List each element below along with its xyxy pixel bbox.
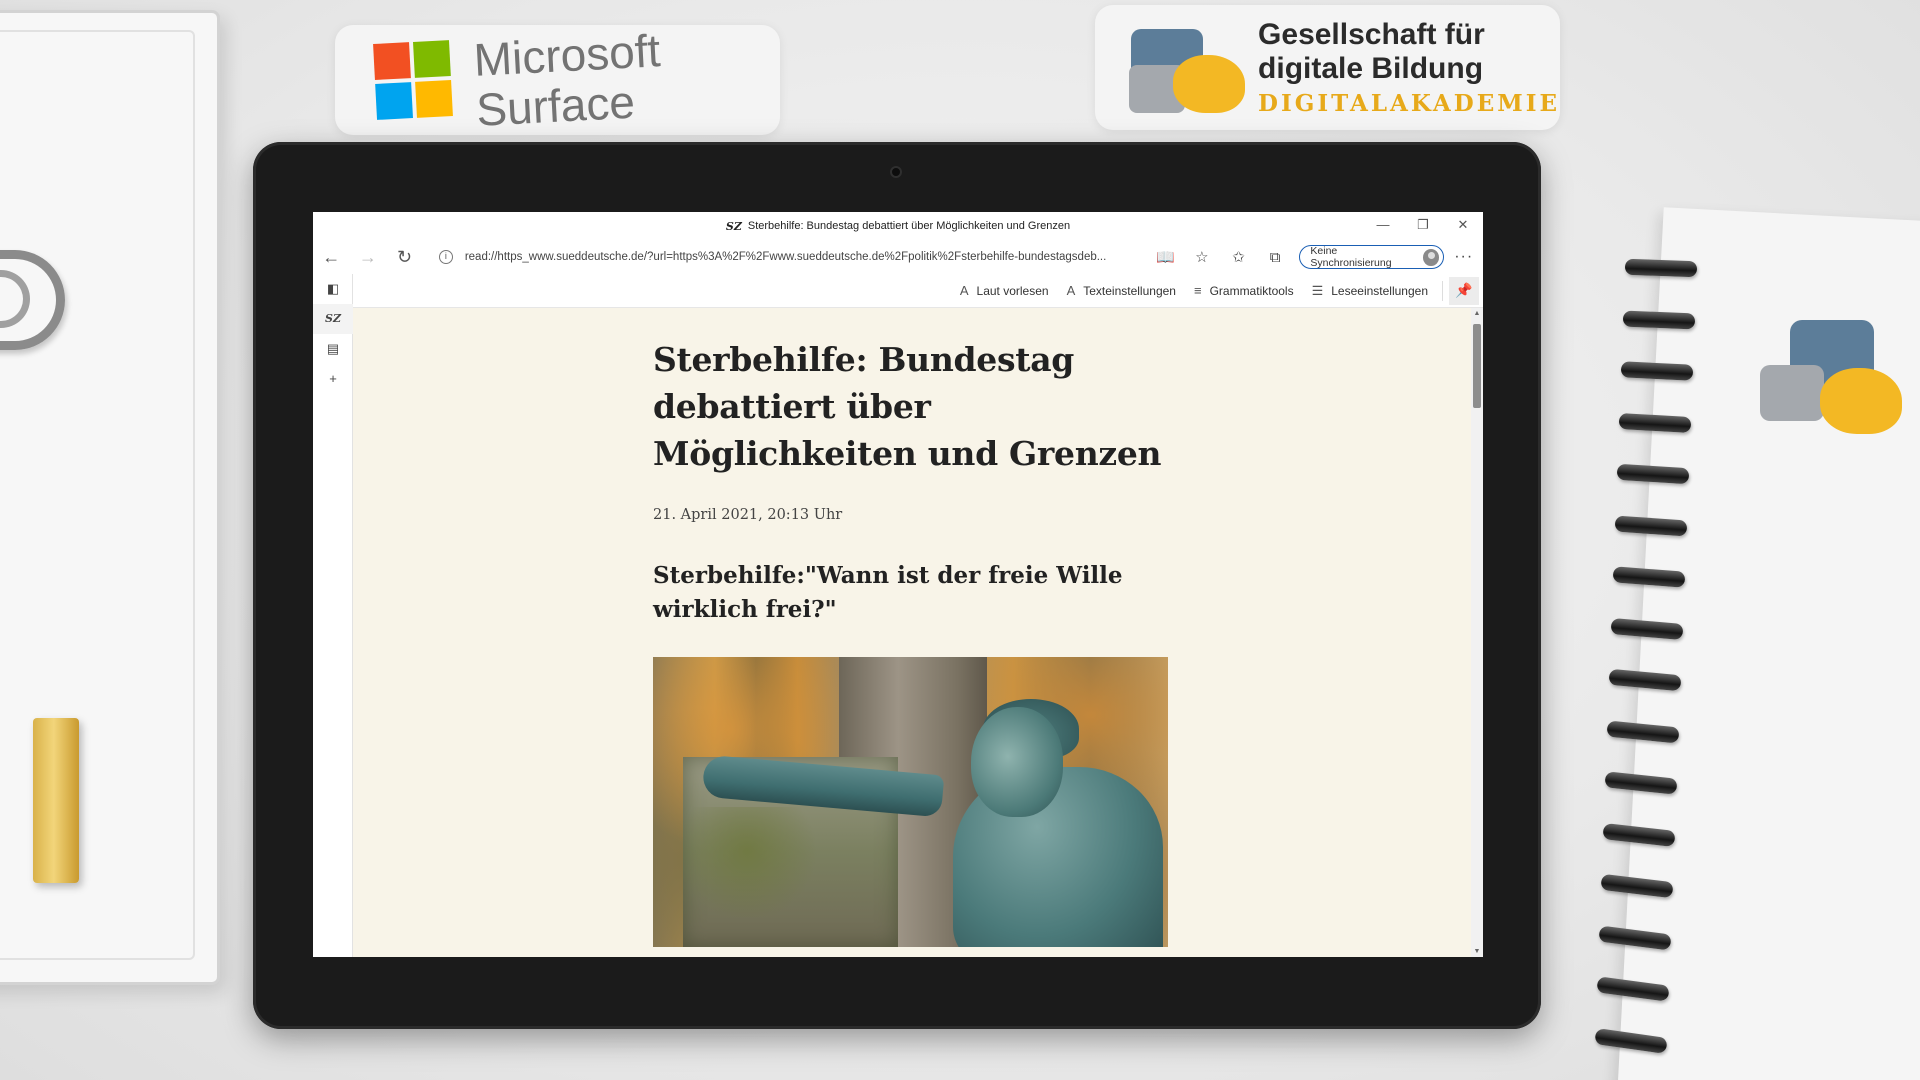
notebook-brain-icon bbox=[1760, 320, 1902, 440]
collections-icon[interactable]: ⧉ bbox=[1257, 249, 1294, 266]
gdb-subtitle: DIGITALAKADEMIE bbox=[1258, 90, 1560, 117]
favorites-icon[interactable]: ✩ bbox=[1220, 248, 1257, 266]
notebook-spiral bbox=[1575, 258, 1698, 1080]
reading-preferences-button[interactable]: ☰ Leseeinstellungen bbox=[1312, 283, 1428, 299]
microsoft-logo-icon bbox=[373, 40, 453, 120]
add-favorite-icon[interactable]: ☆ bbox=[1184, 248, 1221, 266]
article: Sterbehilfe: Bundestag debattiert über M… bbox=[653, 336, 1173, 947]
notebook-ring bbox=[1598, 925, 1672, 950]
reading-preferences-icon: ☰ bbox=[1311, 282, 1324, 298]
read-aloud-icon: A bbox=[959, 283, 969, 298]
scroll-up-icon[interactable]: ▲ bbox=[1471, 310, 1483, 317]
address-bar[interactable]: i read://https_www.sueddeutsche.de/?url=… bbox=[428, 244, 1147, 270]
grammar-tools-label: Grammatiktools bbox=[1209, 283, 1294, 298]
gdb-name-line-1: Gesellschaft für bbox=[1258, 18, 1485, 51]
reader-view-content: Sterbehilfe: Bundestag debattiert über M… bbox=[353, 308, 1471, 957]
scroll-thumb[interactable] bbox=[1473, 324, 1481, 408]
notebook-ring bbox=[1610, 617, 1684, 640]
notebook-ring bbox=[1624, 258, 1698, 278]
brand-line-2: Surface bbox=[475, 75, 637, 136]
camera-icon bbox=[890, 166, 902, 178]
sz-favicon-icon: SZ bbox=[725, 219, 742, 233]
pin-icon[interactable]: 📌 bbox=[1449, 276, 1479, 305]
article-headline: Sterbehilfe: Bundestag debattiert über M… bbox=[653, 340, 1162, 473]
notebook-ring bbox=[1616, 463, 1690, 485]
back-button[interactable]: ← bbox=[313, 247, 350, 268]
gdb-brain-icon bbox=[1129, 15, 1248, 120]
text-settings-button[interactable]: A Texteinstellungen bbox=[1067, 283, 1176, 298]
notebook-ring bbox=[1614, 515, 1688, 536]
notebook-ring bbox=[1622, 309, 1696, 330]
scrollbar[interactable]: ▲ ▼ bbox=[1471, 308, 1483, 957]
vertical-tabs-sidebar: ◧ SZ ▤ + bbox=[313, 274, 353, 957]
notebook-ring bbox=[1602, 822, 1676, 847]
notebook-ring bbox=[1606, 720, 1680, 743]
info-icon[interactable]: i bbox=[438, 250, 453, 264]
notebook-ring bbox=[1604, 771, 1678, 795]
notebook-ring bbox=[1594, 1027, 1668, 1054]
tab-panel-icon[interactable]: ◧ bbox=[313, 274, 353, 304]
browser-window: SZ Sterbehilfe: Bundestag debattiert übe… bbox=[313, 212, 1483, 957]
read-aloud-label: Laut vorlesen bbox=[976, 283, 1049, 298]
avatar-icon bbox=[1423, 248, 1440, 266]
forward-button[interactable]: → bbox=[350, 247, 387, 268]
scroll-down-icon[interactable]: ▼ bbox=[1471, 948, 1483, 955]
toolbar-divider bbox=[1442, 280, 1443, 301]
restore-button[interactable]: ❐ bbox=[1403, 212, 1443, 240]
close-button[interactable]: ✕ bbox=[1443, 212, 1483, 240]
article-image bbox=[653, 657, 1168, 947]
browser-toolbar: ← → ↻ i read://https_www.sueddeutsche.de… bbox=[313, 240, 1483, 274]
reader-toolbar: A Laut vorlesen A Texteinstellungen ≡ Gr… bbox=[353, 274, 1483, 308]
notebook-ring bbox=[1620, 361, 1694, 381]
gdb-name-line-2: digitale Bildung bbox=[1258, 52, 1484, 85]
reader-view-icon[interactable]: 📖 bbox=[1147, 248, 1184, 266]
statue-head bbox=[971, 707, 1063, 817]
minimize-button[interactable]: — bbox=[1363, 212, 1403, 240]
refresh-button[interactable]: ↻ bbox=[386, 247, 423, 268]
article-subheadline: Sterbehilfe:"Wann ist der freie Wille wi… bbox=[653, 562, 1123, 623]
paper-sheet bbox=[0, 30, 195, 960]
notebook-ring bbox=[1600, 873, 1674, 899]
notebook-ring bbox=[1608, 668, 1682, 692]
read-aloud-button[interactable]: A Laut vorlesen bbox=[960, 283, 1049, 298]
gdb-logo: Gesellschaft für digitale Bildung DIGITA… bbox=[1095, 5, 1560, 130]
title-bar: SZ Sterbehilfe: Bundestag debattiert übe… bbox=[313, 212, 1483, 240]
notebook-ring bbox=[1612, 566, 1686, 588]
tab-sz[interactable]: SZ bbox=[313, 304, 353, 334]
profile-sync-button[interactable]: Keine Synchronisierung bbox=[1299, 245, 1445, 269]
microsoft-surface-wordmark: Microsoft Surface bbox=[472, 24, 665, 136]
notebook-ring bbox=[1596, 976, 1670, 1002]
pencil bbox=[33, 718, 79, 883]
sync-label: Keine Synchronisierung bbox=[1310, 245, 1392, 269]
reading-preferences-label: Leseeinstellungen bbox=[1331, 283, 1428, 298]
more-menu-button[interactable]: ··· bbox=[1444, 248, 1483, 266]
new-tab-button[interactable]: + bbox=[313, 364, 353, 394]
notebook-ring bbox=[1618, 412, 1692, 433]
microsoft-surface-logo: Microsoft Surface bbox=[335, 24, 780, 136]
article-date: 21. April 2021, 20:13 Uhr bbox=[653, 507, 843, 523]
text-settings-label: Texteinstellungen bbox=[1083, 283, 1176, 298]
tab-other-icon[interactable]: ▤ bbox=[313, 334, 353, 364]
url-text[interactable]: read://https_www.sueddeutsche.de/?url=ht… bbox=[465, 251, 1107, 263]
grammar-tools-icon: ≡ bbox=[1193, 283, 1202, 298]
grammar-tools-button[interactable]: ≡ Grammatiktools bbox=[1194, 283, 1294, 298]
window-title: Sterbehilfe: Bundestag debattiert über M… bbox=[747, 220, 1071, 232]
text-settings-icon: A bbox=[1066, 283, 1076, 298]
